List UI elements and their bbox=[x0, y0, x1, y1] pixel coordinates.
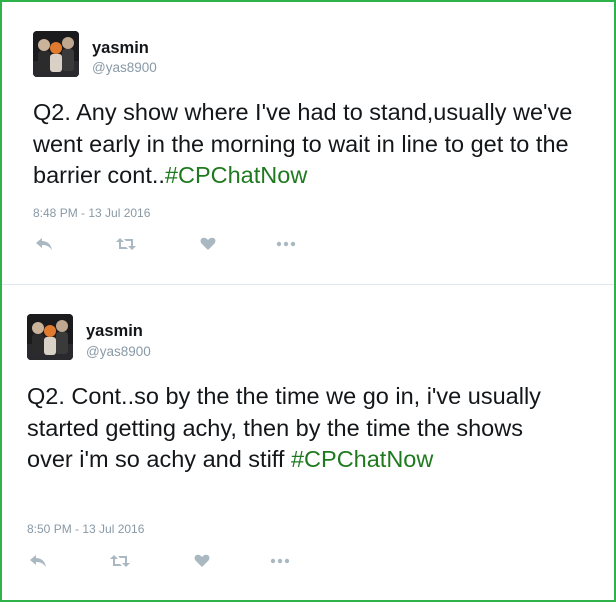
hashtag-link[interactable]: #CPChatNow bbox=[165, 162, 307, 188]
reply-icon bbox=[30, 555, 46, 567]
reply-button[interactable] bbox=[33, 233, 55, 255]
retweet-button[interactable] bbox=[109, 550, 131, 572]
tweet-actions bbox=[27, 550, 307, 572]
like-button[interactable] bbox=[191, 550, 213, 572]
more-icon bbox=[270, 558, 290, 564]
reply-icon bbox=[36, 238, 52, 250]
like-icon bbox=[200, 237, 216, 250]
tweet-actions bbox=[33, 233, 313, 255]
more-button[interactable] bbox=[275, 233, 297, 255]
screenshot-frame: yasmin @yas8900 Q2. Any show where I've … bbox=[0, 0, 616, 602]
user-handle[interactable]: @yas8900 bbox=[86, 344, 151, 359]
retweet-icon bbox=[116, 238, 136, 250]
like-icon bbox=[194, 554, 210, 567]
retweet-button[interactable] bbox=[115, 233, 137, 255]
tweet-text: Q2. Cont..so by the the time we go in, i… bbox=[27, 381, 572, 476]
more-button[interactable] bbox=[269, 550, 291, 572]
reply-button[interactable] bbox=[27, 550, 49, 572]
user-handle[interactable]: @yas8900 bbox=[92, 60, 157, 75]
tweet-timestamp[interactable]: 8:50 PM - 13 Jul 2016 bbox=[27, 522, 144, 536]
display-name[interactable]: yasmin bbox=[92, 39, 149, 58]
avatar[interactable] bbox=[27, 314, 73, 360]
like-button[interactable] bbox=[197, 233, 219, 255]
avatar[interactable] bbox=[33, 31, 79, 77]
tweet-body: Q2. Cont..so by the the time we go in, i… bbox=[27, 383, 541, 472]
tweet-card: yasmin @yas8900 Q2. Any show where I've … bbox=[2, 2, 614, 285]
hashtag-link[interactable]: #CPChatNow bbox=[291, 446, 433, 472]
tweet-timestamp[interactable]: 8:48 PM - 13 Jul 2016 bbox=[33, 206, 150, 220]
more-icon bbox=[276, 241, 296, 247]
display-name[interactable]: yasmin bbox=[86, 322, 143, 341]
retweet-icon bbox=[110, 555, 130, 567]
tweet-text: Q2. Any show where I've had to stand,usu… bbox=[33, 97, 593, 192]
avatar-image bbox=[33, 31, 79, 77]
tweet-card: yasmin @yas8900 Q2. Cont..so by the the … bbox=[2, 285, 614, 600]
avatar-image bbox=[27, 314, 73, 360]
